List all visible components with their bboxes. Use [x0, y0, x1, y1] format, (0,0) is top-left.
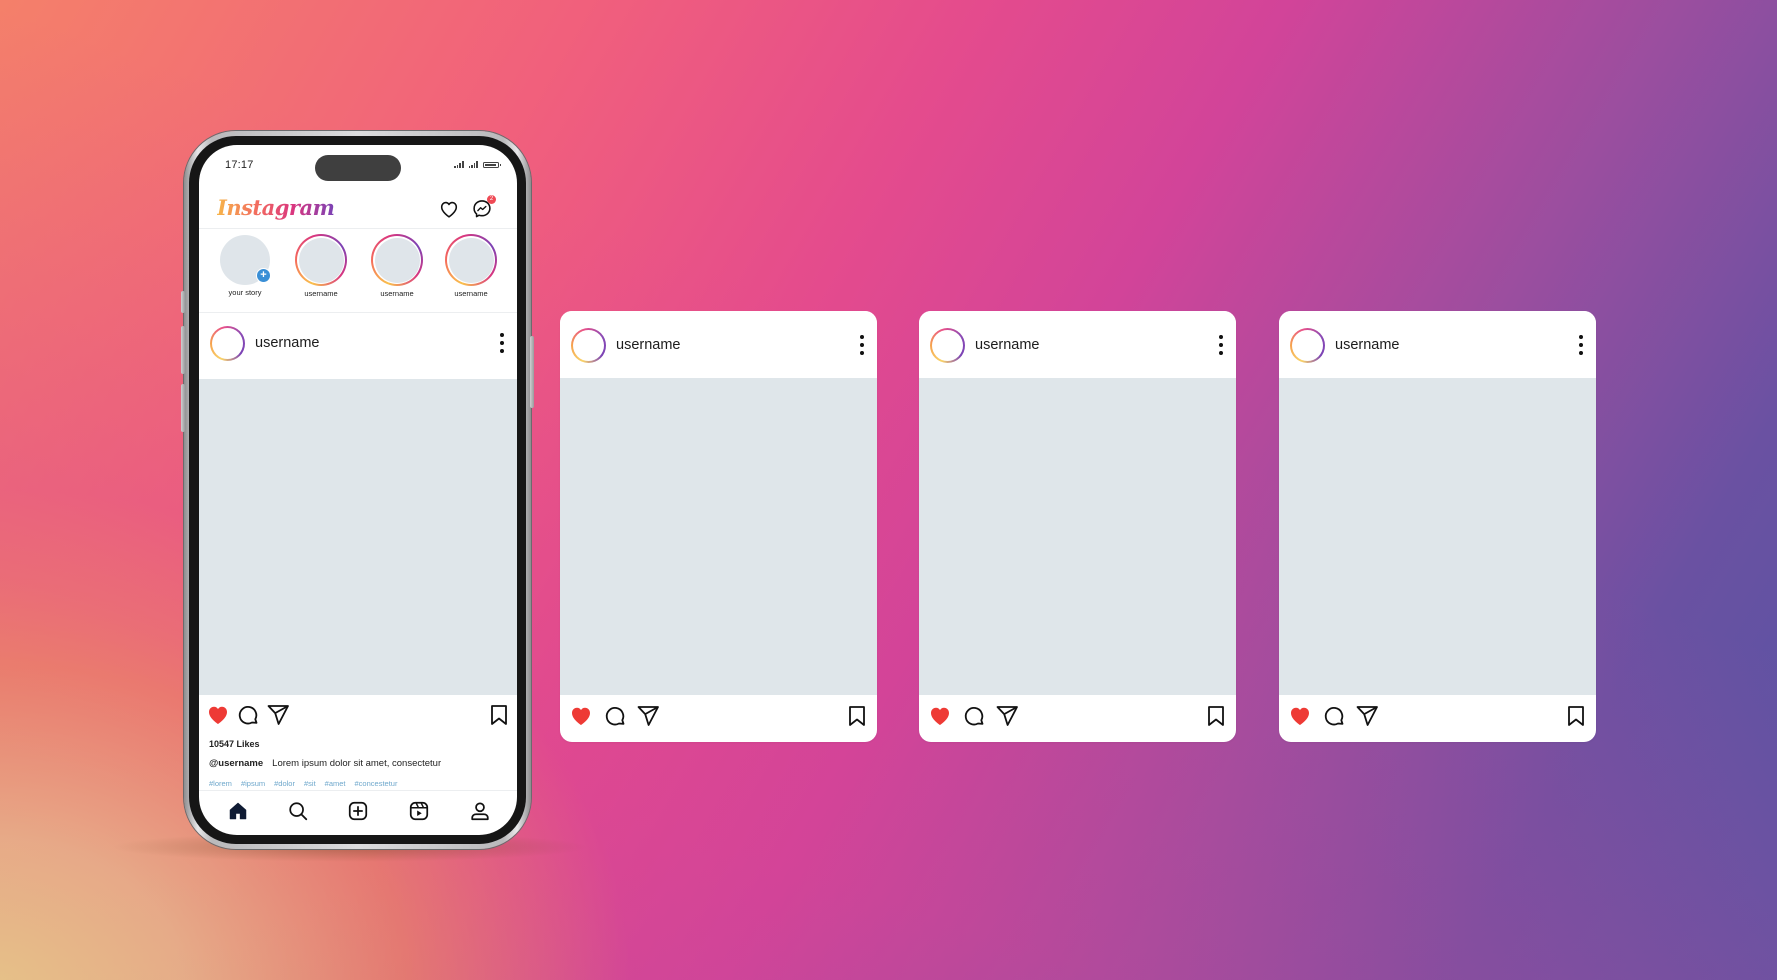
hashtags: #lorem #ipsum #dolor #sit #amet #concest… [209, 779, 397, 788]
add-story-icon[interactable]: + [256, 268, 271, 283]
post-caption: @username Lorem ipsum dolor sit amet, con… [209, 758, 441, 769]
comment-icon[interactable] [236, 703, 260, 727]
messenger-badge: 2 [487, 195, 496, 204]
home-icon[interactable] [227, 800, 249, 822]
post-card: username [1279, 311, 1596, 742]
likes-count: 10547 Likes [209, 739, 260, 749]
story-label: your story [228, 288, 262, 297]
story-ring [295, 234, 347, 286]
hashtag[interactable]: #lorem [209, 779, 232, 788]
caption-text: Lorem ipsum dolor sit amet, consectetur [272, 758, 442, 769]
post-image-placeholder [919, 378, 1236, 695]
story-label: username [454, 289, 488, 298]
post-username[interactable]: username [616, 337, 680, 353]
share-icon[interactable] [636, 704, 660, 728]
story-item[interactable]: username [362, 234, 432, 298]
wifi-signal-icon [468, 161, 478, 168]
post-image-placeholder [199, 379, 517, 695]
bookmark-icon[interactable] [845, 704, 869, 728]
post-username[interactable]: username [1335, 337, 1399, 353]
like-icon[interactable] [1288, 704, 1312, 728]
status-icons [454, 161, 501, 168]
hashtag[interactable]: #dolor [274, 779, 295, 788]
share-icon[interactable] [995, 704, 1019, 728]
bookmark-icon[interactable] [1564, 704, 1588, 728]
instagram-logo[interactable]: Instagram [217, 195, 335, 220]
post-avatar[interactable] [571, 328, 606, 363]
phone-volume-down-button [181, 384, 185, 432]
post-image-placeholder [1279, 378, 1596, 695]
stories-bar: + your story username username username [199, 229, 517, 313]
instagram-header: Instagram 2 [199, 189, 517, 229]
like-icon[interactable] [928, 704, 952, 728]
post-header: username [919, 311, 1236, 378]
story-avatar: + [220, 235, 271, 285]
phone-mockup: 17:17 Instagram 2 + your story username … [181, 131, 534, 849]
more-options-icon[interactable] [859, 335, 865, 355]
search-icon[interactable] [287, 800, 309, 822]
hashtag[interactable]: #amet [325, 779, 346, 788]
comment-icon[interactable] [1322, 704, 1346, 728]
caption-username[interactable]: @username [209, 758, 263, 769]
phone-volume-up-button [181, 326, 185, 374]
share-icon[interactable] [1355, 704, 1379, 728]
post-card: username [919, 311, 1236, 742]
post-header: username [560, 311, 877, 378]
signal-icon [454, 161, 464, 168]
story-ring [371, 234, 423, 286]
more-options-icon[interactable] [1218, 335, 1224, 355]
like-icon[interactable] [206, 703, 230, 727]
bookmark-icon[interactable] [1204, 704, 1228, 728]
post-actions [919, 696, 1236, 736]
post-username[interactable]: username [975, 337, 1039, 353]
hashtag[interactable]: #concestetur [355, 779, 398, 788]
post-avatar[interactable] [210, 326, 245, 361]
post-actions [199, 695, 517, 735]
post-image-placeholder [560, 378, 877, 695]
heart-icon[interactable] [438, 198, 460, 220]
post-actions [560, 696, 877, 736]
comment-icon[interactable] [603, 704, 627, 728]
story-label: username [380, 289, 414, 298]
reels-icon[interactable] [408, 800, 430, 822]
hashtag[interactable]: #sit [304, 779, 316, 788]
more-options-icon[interactable] [499, 333, 505, 353]
dynamic-island [315, 155, 401, 181]
status-time: 17:17 [225, 159, 254, 171]
phone-screen: 17:17 Instagram 2 + your story username … [199, 145, 517, 835]
post-avatar[interactable] [1290, 328, 1325, 363]
comment-icon[interactable] [962, 704, 986, 728]
story-item[interactable]: username [436, 234, 506, 298]
story-ring [445, 234, 497, 286]
story-label: username [304, 289, 338, 298]
phone-action-button [181, 291, 185, 313]
profile-icon[interactable] [469, 800, 491, 822]
share-icon[interactable] [266, 703, 290, 727]
post-card: username [560, 311, 877, 742]
bookmark-icon[interactable] [487, 703, 511, 727]
add-post-icon[interactable] [347, 800, 369, 822]
post-avatar[interactable] [930, 328, 965, 363]
post-actions [1279, 696, 1596, 736]
hashtag[interactable]: #ipsum [241, 779, 265, 788]
battery-icon [483, 162, 501, 168]
post-header: username [199, 313, 517, 378]
messenger-icon[interactable]: 2 [471, 195, 496, 220]
phone-power-button [530, 336, 534, 408]
post-username[interactable]: username [255, 335, 319, 351]
post-header: username [1279, 311, 1596, 378]
like-icon[interactable] [569, 704, 593, 728]
story-item[interactable]: username [286, 234, 356, 298]
story-your-story[interactable]: + your story [210, 234, 280, 297]
bottom-nav [199, 790, 517, 835]
more-options-icon[interactable] [1578, 335, 1584, 355]
